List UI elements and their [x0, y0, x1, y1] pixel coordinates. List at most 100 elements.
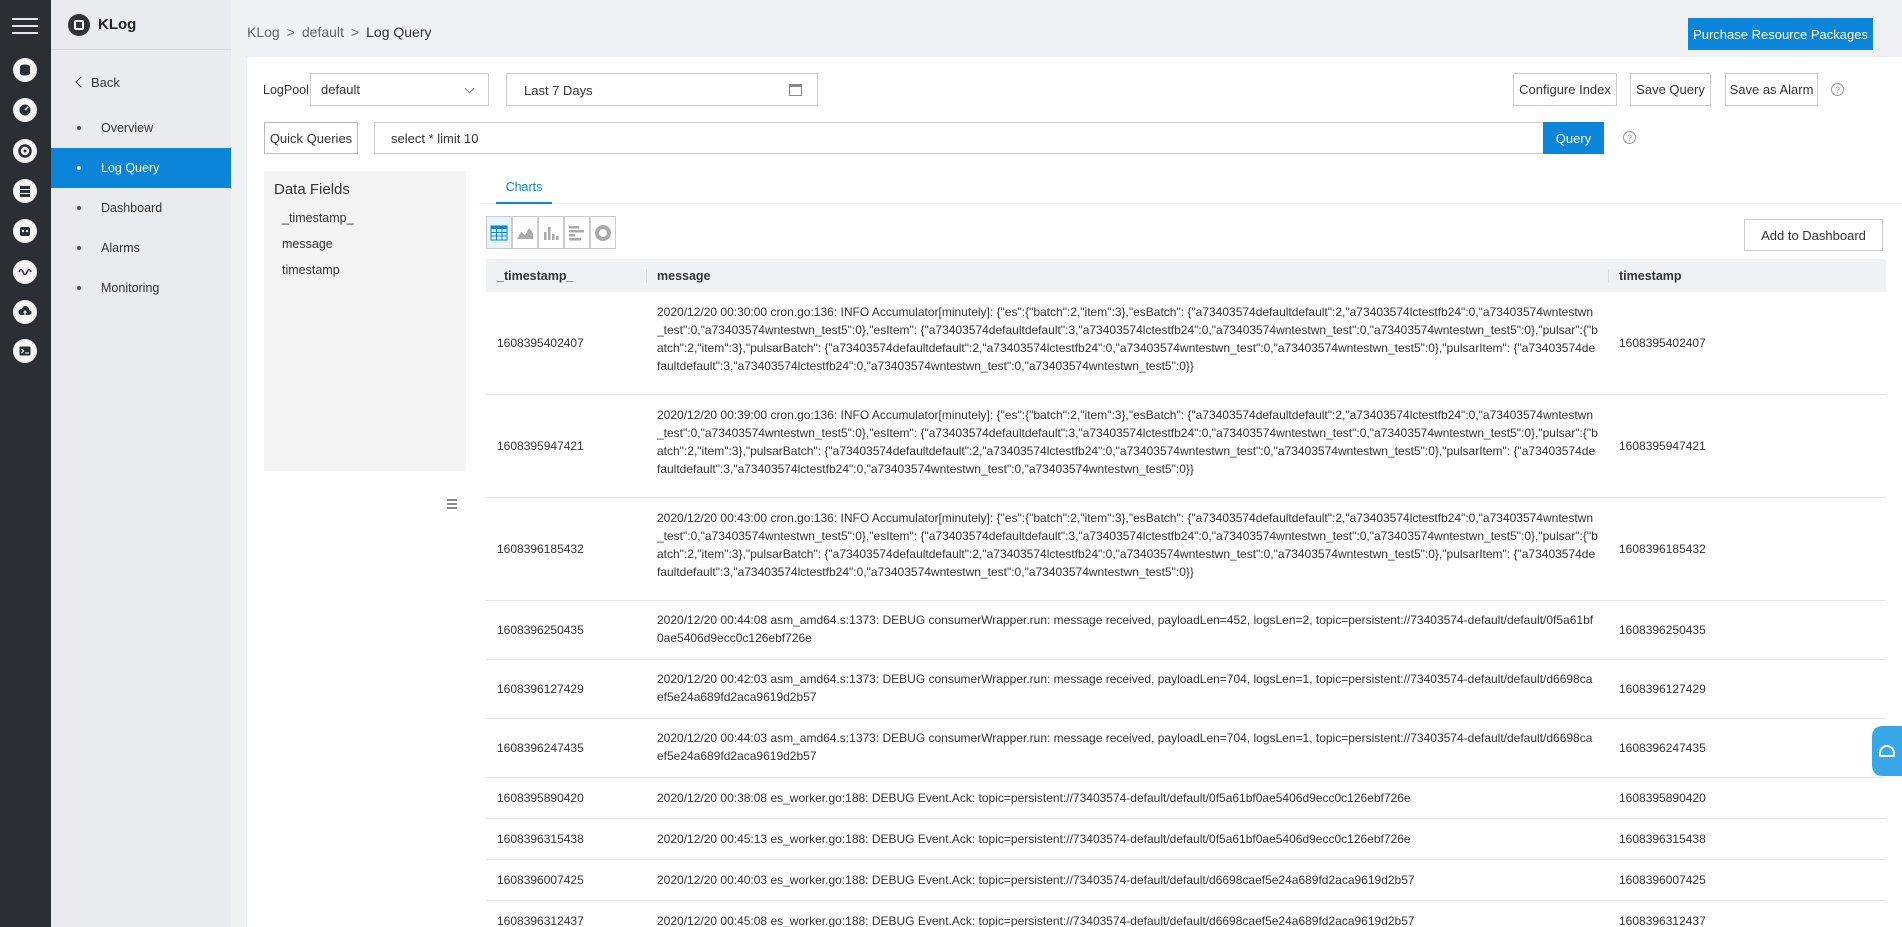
chart-type-switcher: [486, 216, 616, 249]
cell-timestamp: 1608396247435: [1619, 741, 1706, 755]
save-query-button[interactable]: Save Query: [1630, 73, 1711, 106]
table-header: _timestamp_ message timestamp: [486, 259, 1886, 292]
query-bar: Quick Queries select * limit 10 Query ?: [247, 122, 1902, 156]
logpool-select[interactable]: default: [310, 73, 489, 106]
cell-message: 2020/12/20 00:43:00 cron.go:136: INFO Ac…: [657, 511, 1598, 579]
sidebar-item-label: Log Query: [101, 161, 160, 175]
back-link[interactable]: Back: [51, 72, 231, 92]
terminal-icon[interactable]: [13, 339, 37, 363]
floating-support-button[interactable]: [1872, 726, 1902, 776]
horizontal-bar-chart-icon[interactable]: [564, 216, 590, 249]
cell-timestamp: 1608395947421: [1619, 439, 1706, 453]
area-chart-icon[interactable]: [512, 216, 538, 249]
table-row[interactable]: 1608395890420 2020/12/20 00:38:08 es_work…: [486, 778, 1886, 819]
cell-timestamp-internal: 1608396185432: [497, 542, 584, 556]
cell-timestamp-internal: 1608396315438: [497, 832, 584, 846]
cell-timestamp: 1608396007425: [1619, 873, 1706, 887]
cell-timestamp-internal: 1608396127429: [497, 682, 584, 696]
cell-message: 2020/12/20 00:45:13 es_worker.go:188: DE…: [657, 832, 1411, 846]
table-view-icon[interactable]: [486, 216, 512, 249]
add-to-dashboard-button[interactable]: Add to Dashboard: [1744, 219, 1883, 251]
back-label: Back: [91, 74, 120, 90]
field-item[interactable]: timestamp: [282, 263, 340, 277]
brand[interactable]: KLog: [51, 0, 231, 50]
dashboard-gauge-icon[interactable]: [13, 98, 37, 122]
robot-icon[interactable]: [13, 219, 37, 243]
table-row[interactable]: 1608396007425 2020/12/20 00:40:03 es_work…: [486, 860, 1886, 901]
calendar-icon: [789, 84, 802, 96]
cell-message: 2020/12/20 00:38:08 es_worker.go:188: DE…: [657, 791, 1411, 805]
help-icon[interactable]: ?: [1623, 131, 1636, 144]
field-item[interactable]: message: [282, 237, 333, 251]
sidebar-item-label: Dashboard: [101, 201, 163, 215]
cell-timestamp-internal: 1608396007425: [497, 873, 584, 887]
sidebar-nav: Overview Log Query Dashboard Alarms Moni…: [51, 108, 231, 308]
logpool-label: LogPool: [263, 83, 309, 97]
menu-icon[interactable]: [12, 18, 38, 36]
cell-message: 2020/12/20 00:42:03 asm_amd64.s:1373: DE…: [657, 672, 1593, 704]
sidebar-item-log-query[interactable]: Log Query: [51, 148, 231, 188]
purchase-resource-packages-button[interactable]: Purchase Resource Packages: [1688, 18, 1873, 50]
configure-index-button[interactable]: Configure Index: [1513, 73, 1617, 106]
collapse-panel-handle[interactable]: [442, 490, 462, 518]
results-table: _timestamp_ message timestamp 1608395402…: [486, 259, 1886, 927]
main-area: KLog > default > Log Query Purchase Resource…: [231, 0, 1902, 927]
cell-timestamp: 1608396315438: [1619, 832, 1706, 846]
sidebar-item-label: Overview: [101, 121, 154, 135]
column-header[interactable]: message: [646, 268, 1608, 283]
donut-chart-icon[interactable]: [590, 216, 616, 249]
table-row[interactable]: 1608396185432 2020/12/20 00:43:00 cron.go…: [486, 498, 1886, 601]
cell-timestamp-internal: 1608395402407: [497, 336, 584, 350]
breadcrumb-current: Log Query: [366, 24, 432, 40]
cell-timestamp: 1608396185432: [1619, 542, 1706, 556]
query-toolbar: LogPool default Last 7 Days Configure In…: [247, 73, 1902, 107]
headset-icon: [1879, 745, 1895, 757]
table-row[interactable]: 1608396127429 2020/12/20 00:42:03 asm_amd…: [486, 660, 1886, 719]
cell-message: 2020/12/20 00:30:00 cron.go:136: INFO Ac…: [657, 305, 1598, 373]
sidebar-item-dashboard[interactable]: Dashboard: [51, 188, 231, 228]
table-row[interactable]: 1608396250435 2020/12/20 00:44:08 asm_amd…: [486, 601, 1886, 660]
query-input[interactable]: select * limit 10: [374, 122, 1544, 154]
table-row[interactable]: 1608396315438 2020/12/20 00:45:13 es_work…: [486, 819, 1886, 860]
field-item[interactable]: _timestamp_: [282, 211, 354, 225]
cell-timestamp: 1608395890420: [1619, 791, 1706, 805]
column-header[interactable]: timestamp: [1608, 268, 1886, 283]
tab-charts[interactable]: Charts: [496, 171, 552, 204]
sidebar-item-overview[interactable]: Overview: [51, 108, 231, 148]
breadcrumb-root[interactable]: KLog: [247, 24, 280, 40]
breadcrumb: KLog > default > Log Query: [247, 24, 432, 40]
cell-message: 2020/12/20 00:44:03 asm_amd64.s:1373: DE…: [657, 731, 1593, 763]
list-toggle-icon: [447, 503, 457, 505]
column-header[interactable]: _timestamp_: [486, 269, 646, 283]
data-fields-heading: Data Fields: [274, 181, 350, 198]
table-row[interactable]: 1608396247435 2020/12/20 00:44:03 asm_amd…: [486, 719, 1886, 778]
cell-timestamp-internal: 1608396312437: [497, 914, 584, 927]
quick-queries-button[interactable]: Quick Queries: [264, 122, 358, 154]
bullet-icon: [77, 246, 81, 250]
database-icon[interactable]: [13, 58, 37, 82]
bullet-icon: [77, 126, 81, 130]
sidebar-item-alarms[interactable]: Alarms: [51, 228, 231, 268]
signal-wave-icon[interactable]: [13, 260, 37, 284]
table-row[interactable]: 1608395947421 2020/12/20 00:39:00 cron.go…: [486, 395, 1886, 498]
cell-timestamp: 1608396127429: [1619, 682, 1706, 696]
sidebar-item-monitoring[interactable]: Monitoring: [51, 268, 231, 308]
bullet-icon: [77, 286, 81, 290]
lifebuoy-icon[interactable]: [13, 139, 37, 163]
table-row[interactable]: 1608396312437 2020/12/20 00:45:08 es_work…: [486, 901, 1886, 927]
icon-rail: [0, 0, 51, 927]
save-as-alarm-button[interactable]: Save as Alarm: [1725, 73, 1818, 106]
table-body: 1608395402407 2020/12/20 00:30:00 cron.go…: [486, 292, 1886, 927]
query-button[interactable]: Query: [1543, 122, 1604, 154]
bar-chart-icon[interactable]: [538, 216, 564, 249]
cell-message: 2020/12/20 00:44:08 asm_amd64.s:1373: DE…: [657, 613, 1594, 645]
time-range-picker[interactable]: Last 7 Days: [506, 73, 818, 106]
cloud-upload-icon[interactable]: [13, 300, 37, 324]
storage-icon[interactable]: [13, 179, 37, 203]
cell-message: 2020/12/20 00:40:03 es_worker.go:188: DE…: [657, 873, 1415, 887]
help-icon[interactable]: ?: [1831, 83, 1844, 96]
chevron-left-icon: [75, 76, 87, 88]
cell-timestamp-internal: 1608396250435: [497, 623, 584, 637]
breadcrumb-middle[interactable]: default: [302, 24, 344, 40]
table-row[interactable]: 1608395402407 2020/12/20 00:30:00 cron.go…: [486, 292, 1886, 395]
